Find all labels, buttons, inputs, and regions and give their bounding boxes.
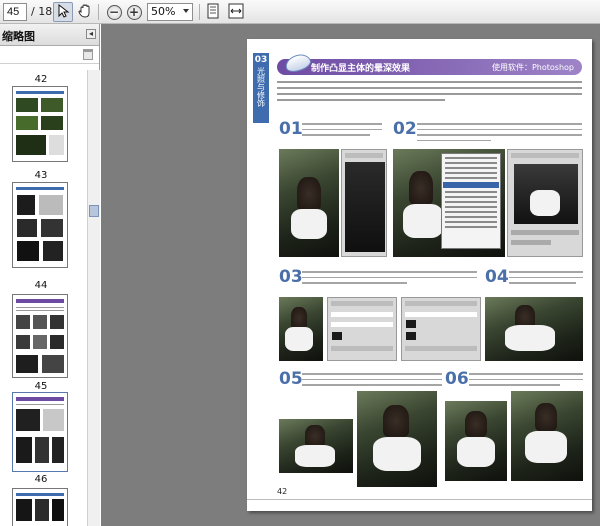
step-number: 06 xyxy=(445,369,469,389)
select-tool-button[interactable] xyxy=(53,2,73,22)
section-title: 制作凸显主体的晕深效果 xyxy=(311,64,411,74)
thumbnail-page-43[interactable] xyxy=(12,182,68,268)
page-number-input[interactable] xyxy=(3,3,27,21)
step-03-photo xyxy=(279,297,323,361)
step-06-photo-b xyxy=(511,391,583,481)
step-03-layers-a xyxy=(327,297,397,361)
zoom-out-icon: − xyxy=(106,4,122,20)
chapter-label: 光照与修饰 xyxy=(256,67,266,107)
step-text xyxy=(469,373,583,390)
step-number: 02 xyxy=(393,119,417,139)
document-page: 03 光照与修饰 制作凸显主体的晕深效果 使用软件：Photoshop 01 0… xyxy=(247,39,592,511)
step-text xyxy=(509,271,583,288)
thumbnail-label: 44 xyxy=(34,280,48,291)
thumbnail-label: 42 xyxy=(34,74,48,85)
step-number: 05 xyxy=(279,369,303,389)
panel-options-bar xyxy=(0,46,99,64)
thumbnail-label: 45 xyxy=(34,381,48,392)
thumbnails-panel: 缩略图 ◂ 42 43 44 45 46 xyxy=(0,24,100,526)
zoom-in-button[interactable]: + xyxy=(124,2,144,22)
step-04-photo xyxy=(485,297,583,361)
step-text xyxy=(302,271,477,288)
fit-page-icon xyxy=(206,3,220,22)
intro-paragraph xyxy=(277,81,582,105)
section-title-bar: 制作凸显主体的晕深效果 使用软件：Photoshop xyxy=(277,51,582,75)
zoom-value: 50% xyxy=(151,5,176,18)
thumbnail-label: 43 xyxy=(34,170,48,181)
step-number: 04 xyxy=(485,267,509,287)
step-02-dialog xyxy=(507,149,583,257)
step-number: 03 xyxy=(279,267,303,287)
step-05-photo-a xyxy=(279,419,353,473)
hand-tool-button[interactable] xyxy=(75,2,95,22)
hand-tool-icon xyxy=(77,3,93,22)
zoom-select[interactable]: 50% xyxy=(147,3,193,21)
fit-width-button[interactable] xyxy=(226,2,246,22)
fit-width-icon xyxy=(228,3,244,22)
step-number: 01 xyxy=(279,119,303,139)
page-number: 42 xyxy=(277,487,288,496)
thumbnail-page-44[interactable] xyxy=(12,294,68,378)
step-text xyxy=(302,123,382,140)
separator xyxy=(199,4,200,20)
thumbnails-scrollbar[interactable] xyxy=(87,70,100,526)
panel-title: 缩略图 xyxy=(2,30,35,43)
zoom-out-button[interactable]: − xyxy=(104,2,124,22)
divider xyxy=(247,499,592,500)
step-01-photo-a xyxy=(279,149,339,257)
step-06-photo-a xyxy=(445,401,507,481)
chapter-tab: 03 光照与修饰 xyxy=(253,53,269,123)
step-text xyxy=(417,123,582,145)
step-05-photo-b xyxy=(357,391,437,487)
fit-page-button[interactable] xyxy=(203,2,223,22)
thumbnail-page-46[interactable] xyxy=(12,488,68,526)
chevron-down-icon xyxy=(183,9,189,13)
zoom-in-icon: + xyxy=(126,4,142,20)
separator xyxy=(98,4,99,20)
trash-icon[interactable] xyxy=(83,49,93,60)
step-text xyxy=(302,373,442,390)
thumbnail-page-45[interactable] xyxy=(12,392,68,472)
context-menu xyxy=(441,153,501,249)
chapter-number: 03 xyxy=(254,55,268,65)
scrollbar-handle[interactable] xyxy=(89,205,99,217)
step-03-layers-b xyxy=(401,297,481,361)
close-icon[interactable]: ◂ xyxy=(86,29,96,39)
document-canvas[interactable]: 03 光照与修饰 制作凸显主体的晕深效果 使用软件：Photoshop 01 0… xyxy=(101,24,600,526)
thumbnail-page-42[interactable] xyxy=(12,86,68,162)
software-label: 使用软件：Photoshop xyxy=(491,63,574,72)
panel-header: 缩略图 ◂ xyxy=(0,24,99,46)
toolbar: / 188 − + 50% xyxy=(0,0,600,24)
select-tool-icon xyxy=(56,3,70,21)
thumbnail-label: 46 xyxy=(34,474,48,485)
step-02-photo xyxy=(393,149,505,257)
feather-icon xyxy=(283,51,313,75)
step-01-photo-b xyxy=(341,149,387,257)
